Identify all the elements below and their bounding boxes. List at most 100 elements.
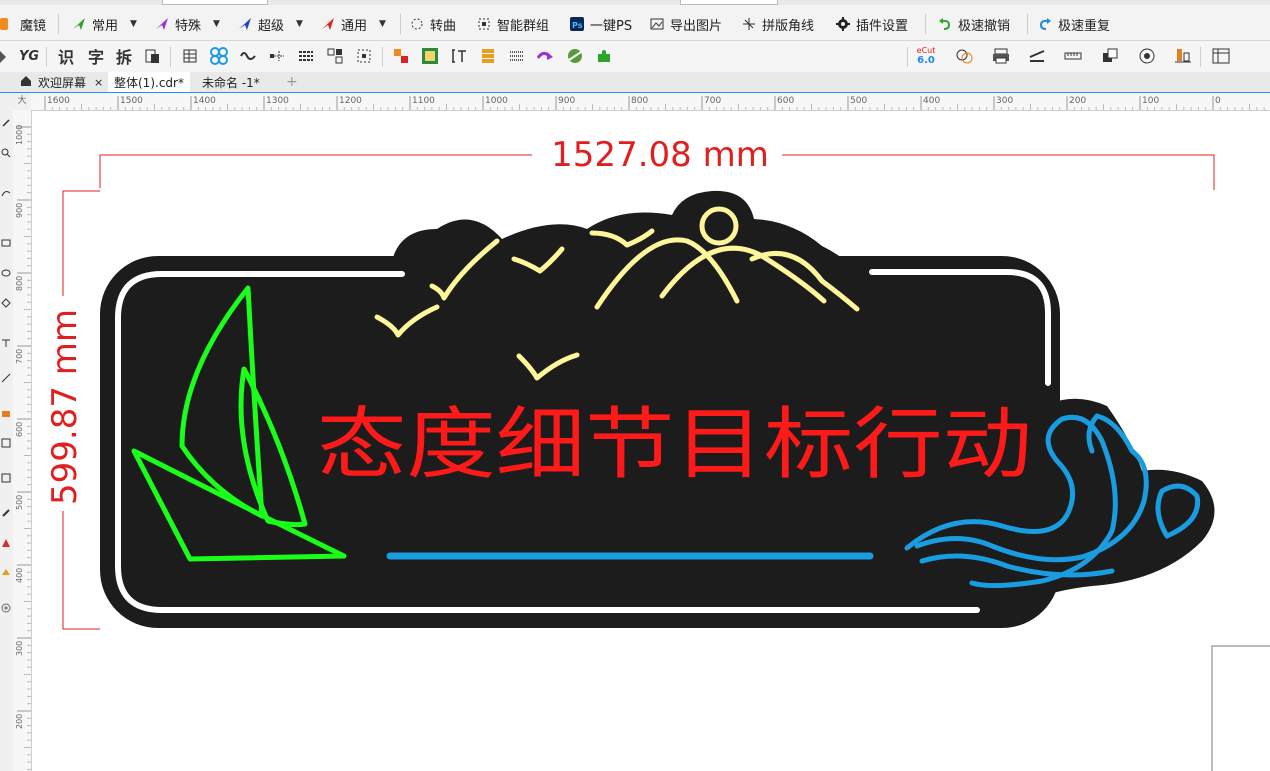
ruler-label: 1100 [412, 96, 435, 106]
target-icon[interactable] [1136, 45, 1158, 67]
close-icon[interactable]: × [94, 76, 103, 89]
crop-marks-icon [742, 17, 756, 31]
menu-item-one-click-ps[interactable]: Ps 一键PS [570, 14, 632, 34]
color-blocks-icon[interactable] [390, 45, 412, 67]
ruler-label: 500 [850, 96, 867, 106]
menu-item-convert-curve[interactable]: 转曲 [410, 14, 456, 34]
tab-document-active[interactable]: 整体(1).cdr* [108, 72, 190, 92]
grid-dots-icon[interactable] [506, 45, 528, 67]
measure-icon[interactable] [1026, 45, 1048, 67]
ecut-badge[interactable]: eCut 6.0 [914, 46, 938, 68]
image-frame-icon[interactable] [419, 45, 441, 67]
text-tool-icon[interactable] [1, 337, 11, 347]
ruler-icon[interactable] [1062, 45, 1084, 67]
menu-item-fast-redo[interactable]: 极速重复 [1038, 14, 1110, 34]
chevron-down-icon[interactable]: ▼ [130, 19, 137, 29]
ruler-label: 0 [1215, 96, 1221, 106]
gear-icon [836, 17, 850, 31]
menu-item-special[interactable]: 特殊 ▼ [155, 14, 220, 34]
zoom-tool-icon[interactable] [1, 147, 11, 158]
arrange-icon[interactable] [1099, 45, 1121, 67]
pen-tool-icon[interactable] [1, 507, 11, 517]
clipboard-icon[interactable] [141, 45, 163, 67]
chevron-down-icon[interactable]: ▼ [213, 19, 220, 29]
ellipse-tool-icon[interactable] [1, 267, 11, 277]
character-button[interactable]: 字 [85, 45, 107, 67]
add-tool-icon[interactable] [1, 602, 11, 613]
undo-icon [938, 17, 952, 31]
menu-item-common[interactable]: 常用 ▼ [72, 14, 137, 34]
sign-title: 态度细节目标行动 [317, 400, 1032, 490]
sphere-icon[interactable] [564, 45, 586, 67]
neon-sign[interactable]: 态度细节目标行动 [100, 190, 1215, 628]
rectangle-tool-icon[interactable] [1, 237, 11, 247]
chevron-down-icon[interactable]: ▼ [296, 19, 303, 29]
new-tab-button[interactable]: + [280, 72, 300, 92]
print-icon[interactable] [990, 45, 1012, 67]
fill-tool-icon[interactable] [1, 565, 11, 575]
plugin-toolbar: YG 识 字 拆 eCut 6.0 [0, 41, 1270, 73]
ruler-label: 1000 [15, 125, 24, 145]
list-blocks-icon[interactable] [477, 45, 499, 67]
recognize-text-button[interactable]: 识 [55, 45, 77, 67]
sign-top-bump [392, 190, 864, 311]
ruler-label: 1300 [266, 96, 289, 106]
puzzle-icon[interactable] [593, 45, 615, 67]
vertical-ruler[interactable]: 1000 900 800 700 600 500 400 300 200 [13, 110, 32, 771]
ruler-label: 1200 [339, 96, 362, 106]
smart-fill-tool-icon[interactable] [1, 537, 11, 547]
toolbox-strip [0, 72, 14, 771]
ruler-label: 900 [15, 203, 24, 218]
panel-layout-icon[interactable] [1210, 45, 1232, 67]
ruler-label: 1400 [193, 96, 216, 106]
menu-item-export-image[interactable]: 导出图片 [650, 14, 722, 34]
export-image-icon [650, 17, 664, 31]
menu-item-super[interactable]: 超级 ▼ [238, 14, 303, 34]
eyedropper-tool-icon[interactable] [1, 437, 11, 448]
menu-item-plugin-settings[interactable]: 插件设置 [836, 14, 908, 34]
drawing-canvas[interactable]: 1527.08 mm 599.87 mm 态度细节目标行动 [32, 111, 1270, 771]
yg-button[interactable]: YG [18, 45, 40, 67]
table-icon[interactable] [179, 45, 201, 67]
interactive-fill-tool-icon[interactable] [1, 407, 11, 417]
menu-item-smart-group[interactable]: 智能群组 [477, 14, 549, 34]
tab-untitled[interactable]: 未命名 -1* [196, 72, 266, 92]
outline-tool-icon[interactable] [1, 472, 11, 483]
ruler-label: 800 [631, 96, 648, 106]
menu-item-fast-undo[interactable]: 极速撤销 [938, 14, 1010, 34]
arrow-purple-icon[interactable] [535, 45, 557, 67]
node-align-icon[interactable] [266, 45, 288, 67]
freehand-tool-icon[interactable] [1, 187, 11, 197]
select-region-icon[interactable] [353, 45, 375, 67]
photoshop-icon: Ps [570, 17, 584, 31]
convert-curve-icon [410, 17, 424, 31]
trace-icon[interactable] [953, 45, 975, 67]
ruler-label: 600 [15, 422, 24, 437]
ruler-origin[interactable]: 大 [13, 93, 32, 111]
ruler-label: 1500 [120, 96, 143, 106]
ruler-label: 400 [15, 568, 24, 583]
width-dimension-label: 1527.08 mm [551, 135, 769, 175]
horizontal-ruler[interactable]: 1600 1500 1400 1300 1200 1100 1000 900 800 700 600… [31, 93, 1270, 111]
menu-item-crop-marks[interactable]: 拼版角线 [742, 14, 814, 34]
align-bottom-icon[interactable] [1172, 45, 1194, 67]
tab-welcome[interactable]: 欢迎屏幕 × [14, 72, 109, 92]
distribute-icon[interactable] [324, 45, 346, 67]
polygon-tool-icon[interactable] [1, 297, 11, 308]
lines-icon[interactable] [295, 45, 317, 67]
height-dimension-label: 599.87 mm [45, 309, 85, 505]
chevron-down-icon[interactable]: ▼ [379, 19, 386, 29]
wave-line-icon[interactable] [237, 45, 259, 67]
ruler-label: 200 [15, 714, 24, 729]
parallel-dimension-tool-icon[interactable] [1, 372, 11, 383]
tool-pointer-icon[interactable] [0, 49, 8, 65]
pattern-icon[interactable] [208, 45, 230, 67]
magic-mirror-icon [0, 17, 14, 31]
split-button[interactable]: 拆 [113, 45, 135, 67]
menu-item-magic-mirror[interactable]: 魔镜 [0, 14, 46, 34]
ruler-label: 900 [558, 96, 575, 106]
shape-tool-icon[interactable] [1, 117, 11, 127]
menu-item-general[interactable]: 通用 ▼ [321, 14, 386, 34]
text-height-icon[interactable] [448, 45, 470, 67]
paper-plane-green-icon [72, 17, 86, 31]
